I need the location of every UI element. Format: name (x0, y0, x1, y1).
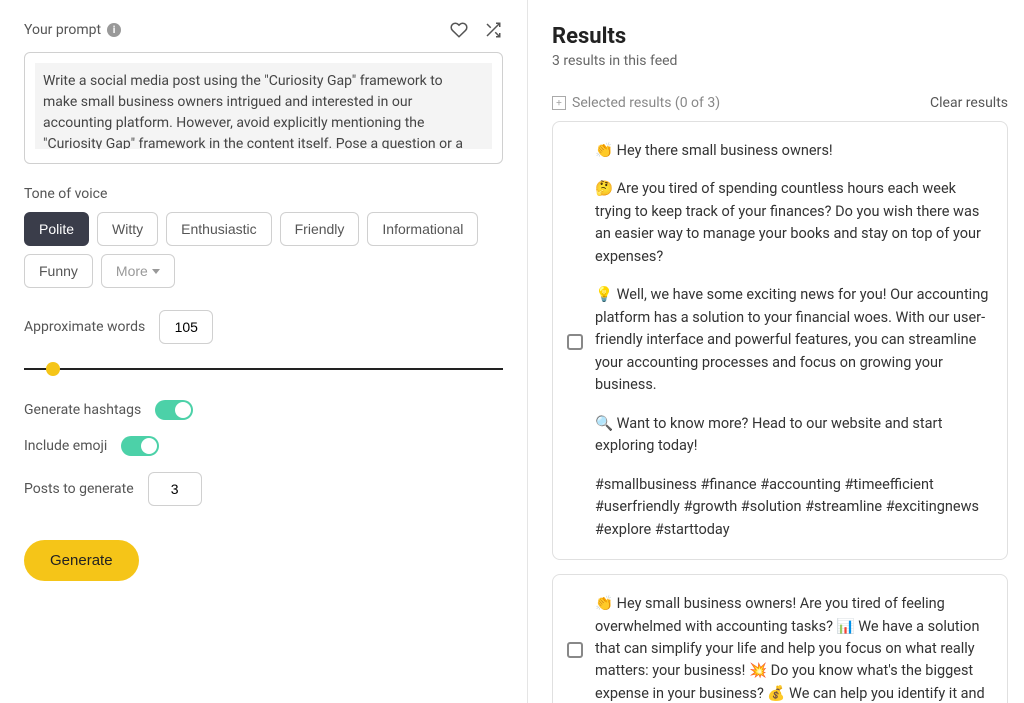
approx-words-slider[interactable] (24, 360, 503, 378)
clear-results-link[interactable]: Clear results (930, 95, 1008, 111)
result-text: 🤔 Are you tired of spending countless ho… (595, 178, 989, 268)
expand-icon[interactable]: + (552, 96, 566, 110)
result-text: 👏 Hey there small business owners! (595, 140, 989, 162)
tone-witty[interactable]: Witty (97, 212, 158, 246)
tone-polite[interactable]: Polite (24, 212, 89, 246)
posts-count-input[interactable] (148, 472, 202, 506)
shuffle-icon (484, 21, 502, 39)
result-text: 💡 Well, we have some exciting news for y… (595, 284, 989, 396)
result-text: 👏 Hey small business owners! Are you tir… (595, 593, 989, 703)
slider-thumb[interactable] (46, 362, 60, 376)
tone-more[interactable]: More (101, 254, 175, 288)
result-text: 🔍 Want to know more? Head to our website… (595, 413, 989, 458)
result-checkbox[interactable] (567, 334, 583, 350)
result-body: 👏 Hey there small business owners! 🤔 Are… (595, 140, 989, 541)
tone-enthusiastic[interactable]: Enthusiastic (166, 212, 271, 246)
result-checkbox[interactable] (567, 642, 583, 658)
posts-count-label: Posts to generate (24, 481, 134, 497)
emoji-toggle[interactable] (121, 436, 159, 456)
generate-button[interactable]: Generate (24, 540, 139, 581)
emoji-label: Include emoji (24, 438, 107, 454)
results-subtitle: 3 results in this feed (552, 53, 1008, 69)
heart-icon (450, 21, 468, 39)
hashtags-label: Generate hashtags (24, 402, 141, 418)
tone-more-label: More (116, 263, 148, 279)
tone-label: Tone of voice (24, 186, 503, 202)
prompt-label-text: Your prompt (24, 22, 101, 38)
result-body: 👏 Hey small business owners! Are you tir… (595, 593, 989, 703)
results-title: Results (552, 24, 1008, 49)
tone-informational[interactable]: Informational (367, 212, 478, 246)
prompt-box (24, 52, 503, 164)
info-icon[interactable]: i (107, 23, 121, 37)
approx-words-label: Approximate words (24, 319, 145, 335)
result-card: 👏 Hey small business owners! Are you tir… (552, 574, 1008, 703)
prompt-textarea[interactable] (35, 63, 492, 149)
tone-friendly[interactable]: Friendly (280, 212, 360, 246)
favorite-button[interactable] (449, 20, 469, 40)
approx-words-input[interactable] (159, 310, 213, 344)
tone-funny[interactable]: Funny (24, 254, 93, 288)
hashtags-toggle[interactable] (155, 400, 193, 420)
prompt-label: Your prompt i (24, 22, 121, 38)
chevron-down-icon (152, 269, 160, 274)
shuffle-button[interactable] (483, 20, 503, 40)
selected-results-label: Selected results (0 of 3) (572, 95, 720, 111)
result-text: #smallbusiness #finance #accounting #tim… (595, 474, 989, 541)
slider-track (24, 368, 503, 370)
result-card: 👏 Hey there small business owners! 🤔 Are… (552, 121, 1008, 560)
